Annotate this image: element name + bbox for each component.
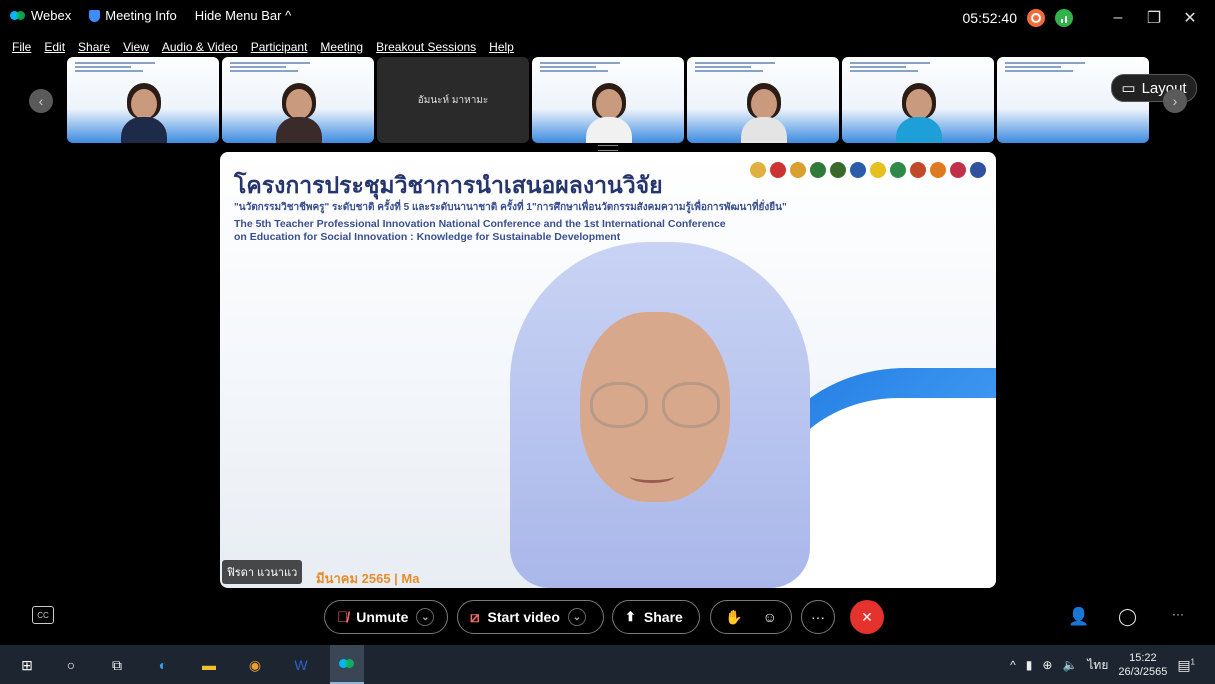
unmute-button[interactable]: 🎙̸ Unmute ⌄ <box>324 600 448 634</box>
task-view-icon[interactable]: ⧉ <box>106 654 128 676</box>
menu-edit[interactable]: Edit <box>44 40 65 54</box>
more-panels-button[interactable]: ··· <box>1172 607 1184 621</box>
menu-audio-video[interactable]: Audio & Video <box>162 40 238 54</box>
mic-muted-icon: 🎙̸ <box>337 608 349 626</box>
restore-button[interactable]: ❐ <box>1141 8 1167 28</box>
participant-name: อัมนะห์ มาหามะ <box>417 94 489 106</box>
word-icon[interactable]: W <box>290 654 312 676</box>
participant-video <box>119 83 169 143</box>
close-button[interactable]: ✕ <box>1177 8 1203 28</box>
chevron-left-icon: ‹ <box>38 93 44 109</box>
notification-icon[interactable]: ▤1 <box>1177 657 1195 674</box>
leave-meeting-button[interactable]: ✕ <box>850 600 884 634</box>
windows-taskbar: ⊞ ○ ⧉ ◐ ▬ ◉ W ^ ▮ ⊕ 🔈 ไทย 15:22 26/3/256… <box>0 645 1215 684</box>
network-icon[interactable]: ⊕ <box>1042 658 1052 672</box>
reactions-icon[interactable]: ☺ <box>763 609 777 625</box>
shield-icon <box>89 9 101 22</box>
strip-next-button[interactable]: › <box>1163 89 1187 113</box>
participant-thumbnail[interactable] <box>687 57 839 143</box>
meeting-timer: 05:52:40 <box>962 10 1018 26</box>
institution-logos <box>750 162 986 178</box>
menu-view[interactable]: View <box>123 40 149 54</box>
raise-hand-icon[interactable]: ✋ <box>725 609 742 626</box>
start-video-button[interactable]: ⧄ Start video ⌄ <box>457 600 604 634</box>
layout-icon: ▭ <box>1121 80 1136 97</box>
system-tray: ^ ▮ ⊕ 🔈 ไทย 15:22 26/3/2565 ▤1 <box>1010 651 1195 679</box>
chevron-down-icon[interactable]: ⌄ <box>567 608 586 626</box>
title-bar: Webex Meeting Info Hide Menu Bar ^ 05:52… <box>0 0 1215 38</box>
slide-title: โครงการประชุมวิชาการนำเสนอผลงานวิจัย <box>234 172 663 198</box>
clock-time: 15:22 <box>1129 652 1157 664</box>
volume-icon[interactable]: 🔈 <box>1062 658 1077 672</box>
hide-menu-bar-button[interactable]: Hide Menu Bar ^ <box>195 8 291 23</box>
slide-subtitle-thai: "นวัตกรรมวิชาชีพครู" ระดับชาติ ครั้งที่ … <box>234 202 787 213</box>
windows-start-icon[interactable]: ⊞ <box>16 654 38 676</box>
meeting-info-label: Meeting Info <box>105 8 177 23</box>
meeting-info-button[interactable]: Meeting Info <box>89 8 177 23</box>
participant-thumbnail[interactable] <box>67 57 219 143</box>
battery-icon[interactable]: ▮ <box>1026 658 1033 672</box>
webex-taskbar-icon[interactable] <box>330 645 364 684</box>
file-explorer-icon[interactable]: ▬ <box>198 654 220 676</box>
slide-subtitle-english: The 5th Teacher Professional Innovation … <box>234 218 726 243</box>
app-name: Webex <box>31 8 72 23</box>
chat-icon[interactable]: ◯ <box>1118 607 1137 627</box>
share-label: Share <box>643 609 683 625</box>
video-off-icon: ⧄ <box>470 608 480 626</box>
menu-file[interactable]: File <box>12 40 31 54</box>
chevron-down-icon[interactable]: ⌄ <box>416 608 435 626</box>
speaker-name-tag: ฟิรดา แวนาแว <box>222 560 303 584</box>
chevron-up-icon[interactable]: ^ <box>1010 658 1016 672</box>
edge-icon[interactable]: ◐ <box>152 654 174 676</box>
webex-logo-icon <box>10 10 26 22</box>
language-indicator[interactable]: ไทย <box>1087 656 1108 675</box>
chevron-right-icon: › <box>1172 93 1178 109</box>
clock-date: 26/3/2565 <box>1118 666 1168 678</box>
webex-logo-icon <box>339 658 355 670</box>
unmute-label: Unmute <box>356 609 409 625</box>
start-video-label: Start video <box>487 609 560 625</box>
closed-captions-button[interactable]: CC <box>32 606 54 624</box>
participant-video <box>274 83 324 143</box>
hide-menu-bar-label: Hide Menu Bar ^ <box>194 8 292 23</box>
participant-thumbnail[interactable] <box>842 57 994 143</box>
participant-thumbnail[interactable] <box>222 57 374 143</box>
app-title[interactable]: Webex <box>10 8 71 23</box>
notification-count: 1 <box>1190 656 1195 666</box>
share-button[interactable]: ⬆ Share <box>612 600 700 634</box>
main-video-stage: โครงการประชุมวิชาการนำเสนอผลงานวิจัย "นว… <box>220 152 996 588</box>
recording-icon[interactable] <box>1027 9 1045 27</box>
participant-video <box>894 83 944 143</box>
reactions-group: ✋ ☺ <box>710 600 792 634</box>
menu-help[interactable]: Help <box>489 40 514 54</box>
participant-thumbnail[interactable] <box>532 57 684 143</box>
more-options-button[interactable]: ··· <box>801 600 835 634</box>
chrome-icon[interactable]: ◉ <box>244 654 266 676</box>
menu-bar: File Edit Share View Audio & Video Parti… <box>12 40 514 54</box>
speaker-video <box>510 242 810 588</box>
meeting-controls: CC 🎙̸ Unmute ⌄ ⧄ Start video ⌄ ⬆ Share ✋… <box>0 597 1215 641</box>
search-icon[interactable]: ○ <box>60 654 82 676</box>
menu-meeting[interactable]: Meeting <box>320 40 363 54</box>
participant-video <box>739 83 789 143</box>
slide-date: มีนาคม 2565 | Ma <box>316 571 420 586</box>
menu-breakout-sessions[interactable]: Breakout Sessions <box>376 40 476 54</box>
share-icon: ⬆ <box>625 609 636 624</box>
resize-handle[interactable] <box>598 145 618 151</box>
participant-thumbnail-no-video[interactable]: อัมนะห์ มาหามะ <box>377 57 529 143</box>
network-signal-icon[interactable] <box>1055 9 1073 27</box>
minimize-button[interactable]: – <box>1105 9 1131 27</box>
clock[interactable]: 15:22 26/3/2565 <box>1118 651 1167 679</box>
menu-participant[interactable]: Participant <box>251 40 308 54</box>
participants-icon[interactable]: 👤 <box>1068 607 1089 627</box>
menu-share[interactable]: Share <box>78 40 110 54</box>
strip-prev-button[interactable]: ‹ <box>29 89 53 113</box>
participant-video <box>584 83 634 143</box>
